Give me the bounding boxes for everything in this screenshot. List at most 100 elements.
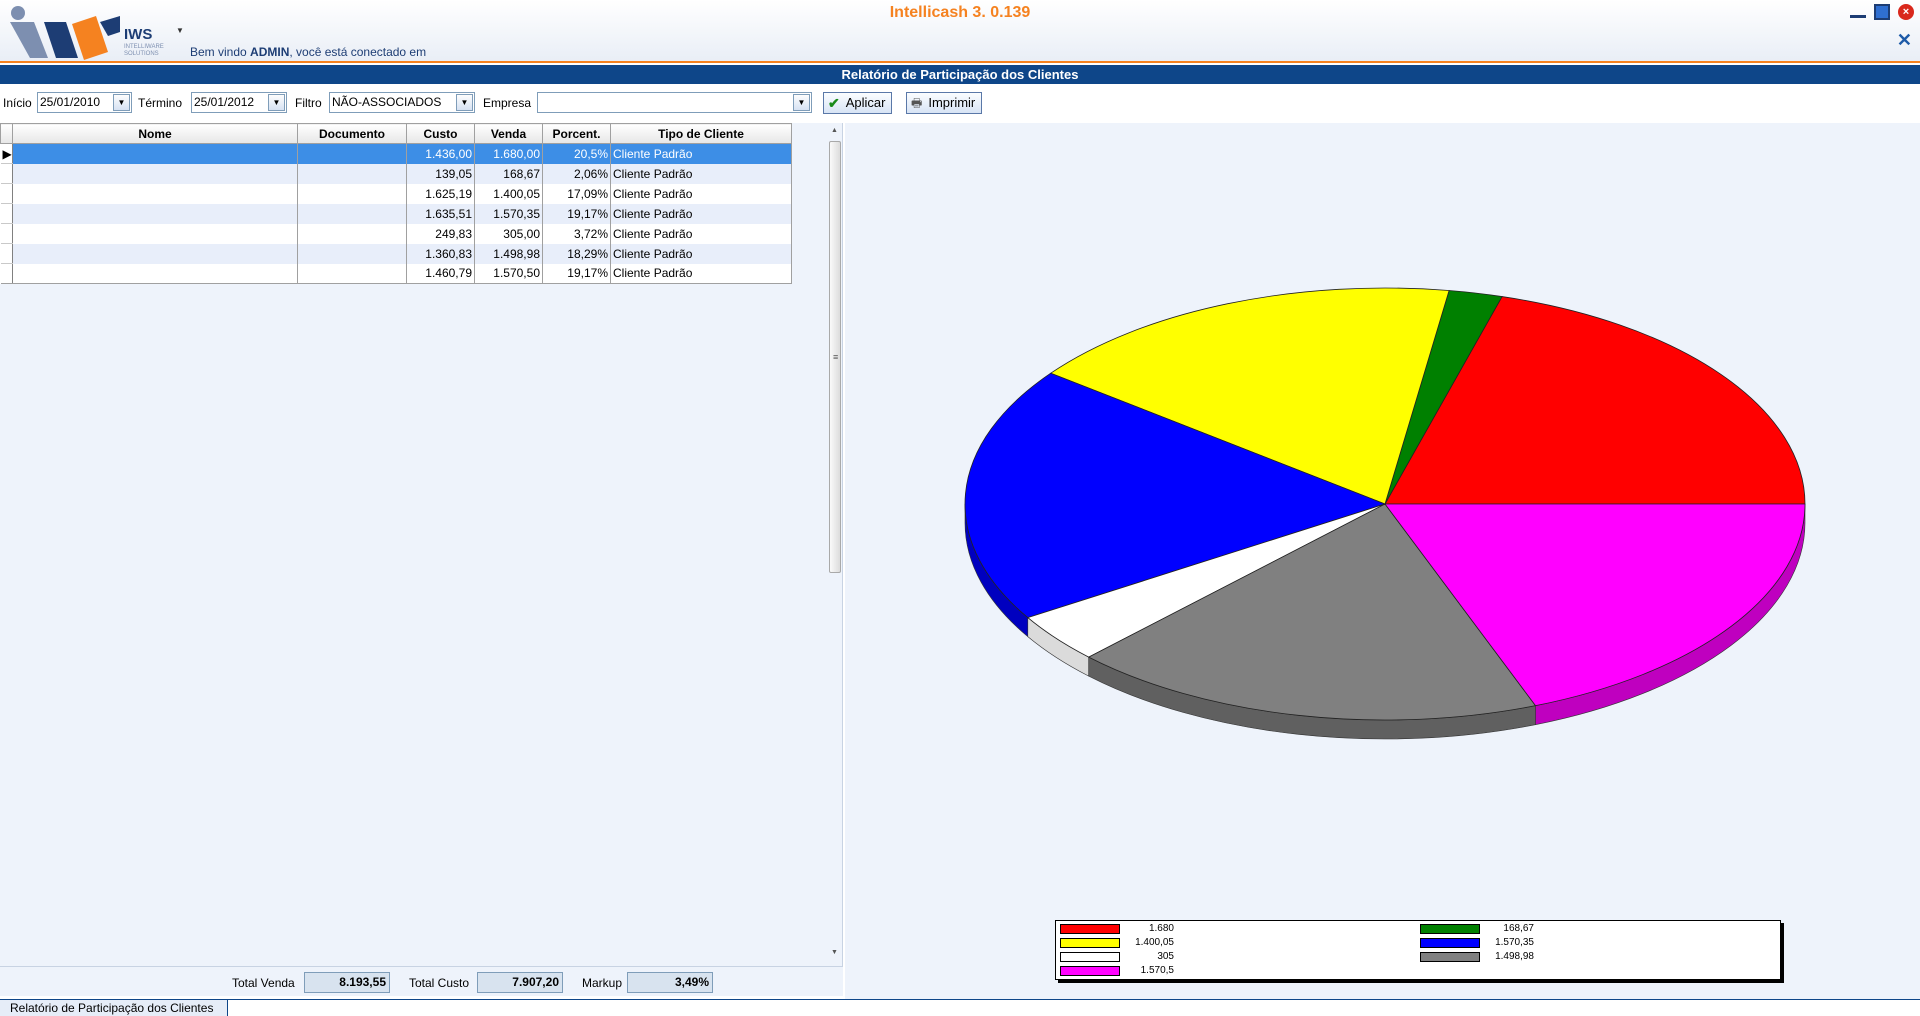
cell-porcent: 19,17% — [542, 263, 611, 284]
col-venda[interactable]: Venda — [474, 123, 543, 144]
total-venda-value: 8.193,55 — [304, 972, 390, 993]
chevron-down-icon[interactable]: ▼ — [456, 94, 473, 111]
cell-nome — [12, 263, 298, 284]
col-porcent[interactable]: Porcent. — [542, 123, 611, 144]
imprimir-label: Imprimir — [928, 95, 976, 110]
grid-panel: Nome Documento Custo Venda Porcent. Tipo… — [0, 123, 843, 996]
close-tab-icon[interactable]: ✕ — [1897, 30, 1912, 51]
row-indicator — [0, 163, 13, 184]
filter-bar: Início 25/01/2010 ▼ Término 25/01/2012 ▼… — [0, 90, 1920, 116]
total-venda-label: Total Venda — [232, 976, 295, 990]
scroll-down-icon[interactable]: ▼ — [831, 949, 838, 956]
minimize-icon[interactable] — [1850, 8, 1866, 18]
app-header: IWS INTELLIWARE SOLUTIONS ▼ Bem vindo AD… — [0, 0, 1920, 63]
cell-venda: 168,67 — [474, 163, 543, 184]
cell-porcent: 18,29% — [542, 243, 611, 264]
cell-tipo: Cliente Padrão — [610, 223, 792, 244]
legend-item: 1.570,5 — [1060, 965, 1174, 976]
row-indicator-icon: ▶ — [0, 143, 13, 164]
legend-item: 305 — [1060, 951, 1174, 962]
table-row[interactable]: 1.460,79 1.570,50 19,17% Cliente Padrão — [0, 263, 792, 284]
filtro-value: NÃO-ASSOCIADOS — [332, 95, 442, 109]
cell-nome — [12, 143, 298, 164]
table-row[interactable]: 249,83 305,00 3,72% Cliente Padrão — [0, 223, 792, 244]
chevron-down-icon[interactable]: ▼ — [268, 94, 285, 111]
welcome-message: Bem vindo ADMIN, você está conectado em — [190, 45, 426, 59]
cell-venda: 1.498,98 — [474, 243, 543, 264]
filtro-select[interactable]: NÃO-ASSOCIADOS ▼ — [329, 92, 475, 113]
tab-strip: Relatório de Participação dos Clientes — [0, 999, 1920, 1016]
col-custo[interactable]: Custo — [406, 123, 475, 144]
inicio-date-value: 25/01/2010 — [40, 95, 101, 109]
pie-chart — [964, 287, 1806, 740]
legend-label: 305 — [1157, 951, 1174, 962]
cell-porcent: 20,5% — [542, 143, 611, 164]
legend-label: 1.570,35 — [1495, 937, 1534, 948]
legend-swatch — [1060, 965, 1120, 976]
chevron-down-icon[interactable]: ▼ — [793, 94, 810, 111]
cell-documento — [297, 223, 407, 244]
cell-documento — [297, 263, 407, 284]
legend-item: 1.680 — [1060, 923, 1174, 934]
cell-custo: 1.625,19 — [406, 183, 475, 204]
check-icon: ✔ — [828, 95, 840, 111]
cell-porcent: 17,09% — [542, 183, 611, 204]
table-row[interactable]: 139,05 168,67 2,06% Cliente Padrão — [0, 163, 792, 184]
row-indicator — [0, 243, 13, 264]
table-header: Nome Documento Custo Venda Porcent. Tipo… — [0, 123, 792, 144]
row-indicator — [0, 223, 13, 244]
scroll-thumb[interactable]: ≡ — [829, 141, 841, 573]
close-window-icon[interactable]: × — [1898, 4, 1914, 20]
row-indicator — [0, 203, 13, 224]
welcome-prefix: Bem vindo — [190, 45, 251, 59]
table-row[interactable]: 1.625,19 1.400,05 17,09% Cliente Padrão — [0, 183, 792, 204]
chevron-down-icon[interactable]: ▼ — [113, 94, 130, 111]
markup-value: 3,49% — [627, 972, 713, 993]
legend-item: 1.400,05 — [1060, 937, 1174, 948]
tab-relatorio[interactable]: Relatório de Participação dos Clientes — [0, 1000, 229, 1016]
cell-porcent: 2,06% — [542, 163, 611, 184]
cell-custo: 1.635,51 — [406, 203, 475, 224]
col-documento[interactable]: Documento — [297, 123, 407, 144]
logo-menu-arrow-icon[interactable]: ▼ — [176, 26, 184, 35]
legend-label: 1.570,5 — [1140, 965, 1174, 976]
table-row[interactable]: 1.635,51 1.570,35 19,17% Cliente Padrão — [0, 203, 792, 224]
vertical-scrollbar[interactable]: ▲ ≡ ▼ — [828, 125, 842, 961]
legend-swatch — [1060, 951, 1120, 962]
total-custo-value: 7.907,20 — [477, 972, 563, 993]
cell-tipo: Cliente Padrão — [610, 203, 792, 224]
cell-documento — [297, 163, 407, 184]
legend-swatch — [1420, 951, 1480, 962]
inicio-date-field[interactable]: 25/01/2010 ▼ — [37, 92, 132, 113]
cell-custo: 1.360,83 — [406, 243, 475, 264]
app-title: Intellicash 3. 0.139 — [889, 4, 1031, 21]
table-row[interactable]: 1.360,83 1.498,98 18,29% Cliente Padrão — [0, 243, 792, 264]
report-title: Relatório de Participação dos Clientes — [0, 65, 1920, 84]
cell-documento — [297, 243, 407, 264]
cell-tipo: Cliente Padrão — [610, 243, 792, 264]
aplicar-button[interactable]: ✔ Aplicar — [823, 92, 893, 114]
markup-label: Markup — [582, 976, 623, 990]
termino-date-field[interactable]: 25/01/2012 ▼ — [191, 92, 287, 113]
inicio-label: Início — [3, 96, 32, 110]
cell-venda: 1.400,05 — [474, 183, 543, 204]
maximize-icon[interactable] — [1874, 4, 1890, 20]
aplicar-label: Aplicar — [845, 95, 886, 110]
welcome-suffix: , você está conectado em — [289, 45, 427, 59]
username: ADMIN — [250, 45, 290, 59]
cell-nome — [12, 183, 298, 204]
imprimir-button[interactable]: 🖶 Imprimir — [906, 92, 983, 114]
cell-tipo: Cliente Padrão — [610, 163, 792, 184]
row-indicator — [0, 263, 13, 284]
cell-documento — [297, 143, 407, 164]
empresa-select[interactable]: ▼ — [537, 92, 812, 113]
total-custo-label: Total Custo — [409, 976, 470, 990]
termino-label: Término — [138, 96, 183, 110]
cell-nome — [12, 163, 298, 184]
cell-tipo: Cliente Padrão — [610, 183, 792, 204]
table-row[interactable]: ▶ 1.436,00 1.680,00 20,5% Cliente Padrão — [0, 143, 792, 164]
col-nome[interactable]: Nome — [12, 123, 298, 144]
legend-item: 1.498,98 — [1420, 951, 1534, 962]
scroll-up-icon[interactable]: ▲ — [831, 127, 838, 134]
col-tipo[interactable]: Tipo de Cliente — [610, 123, 792, 144]
